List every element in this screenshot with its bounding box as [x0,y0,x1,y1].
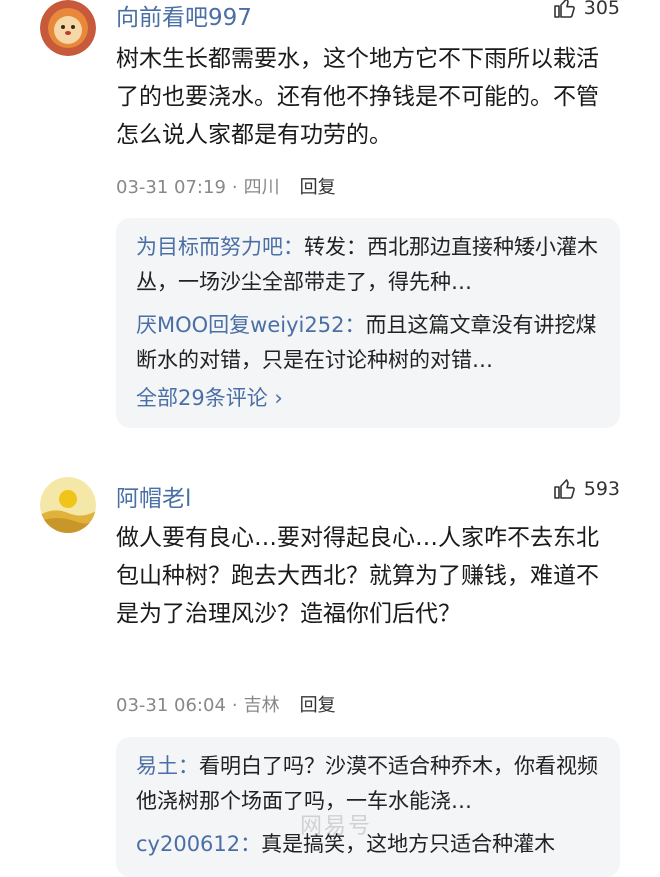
comment-text: 树木生长都需要水，这个地方它不下雨所以栽活了的也要浇水。还有他不挣钱是不可能的。… [116,46,599,148]
reply-author[interactable]: cy200612： [136,832,261,856]
reply-item[interactable]: 为目标而努力吧：转发：西北那边直接种矮小灌木丛，一场沙尘全部带走了，得先种… [136,230,606,300]
comment-meta: 03-31 06:04 · 吉林 回复 [116,695,336,716]
reply-item[interactable]: 厌MOO回复weiyi252：而且这篇文章没有讲挖煤断水的对错，只是在讨论种树的… [136,308,606,378]
comment-date: 03-31 06:04 [116,695,226,716]
like-button[interactable]: 593 [552,477,620,501]
username[interactable]: 向前看吧997 [116,0,252,32]
reply-preview[interactable]: 为目标而努力吧：转发：西北那边直接种矮小灌木丛，一场沙尘全部带走了，得先种… 厌… [116,218,620,428]
reply-author[interactable]: 为目标而努力吧： [136,235,304,259]
reply-button[interactable]: 回复 [300,695,336,716]
reply-button[interactable]: 回复 [300,177,336,198]
comment-meta: 03-31 07:19 · 四川 回复 [116,177,336,198]
like-count: 593 [583,478,620,500]
reply-author[interactable]: 易土： [136,754,199,778]
lion-avatar-icon [40,0,96,56]
like-count: 305 [583,0,620,19]
reply-text: 看明白了吗？沙漠不适合种乔木，你看视频他浇树那个场面了吗，一车水能浇… [136,754,598,813]
reply-author[interactable]: 厌MOO回复weiyi252： [136,313,365,337]
comment-text: 做人要有良心…要对得起良心…人家咋不去东北包山种树？跑去大西北？就算为了赚钱，难… [116,525,599,627]
username[interactable]: 阿帽老l [116,479,191,513]
watermark: 网易号 [300,814,373,839]
avatar[interactable] [40,0,96,56]
like-button[interactable]: 305 [552,0,620,20]
avatar[interactable] [40,477,96,533]
comment-location: 四川 [243,177,280,198]
desert-avatar-icon [40,477,96,533]
comment-date: 03-31 07:19 [116,177,226,198]
reply-preview[interactable]: 易土：看明白了吗？沙漠不适合种乔木，你看视频他浇树那个场面了吗，一车水能浇… c… [116,737,620,877]
thumbs-up-icon [553,0,575,18]
view-all-comments-link[interactable]: 全部29条评论 › [136,382,283,412]
thumbs-up-icon [553,479,575,499]
comment-location: 吉林 [243,695,280,716]
